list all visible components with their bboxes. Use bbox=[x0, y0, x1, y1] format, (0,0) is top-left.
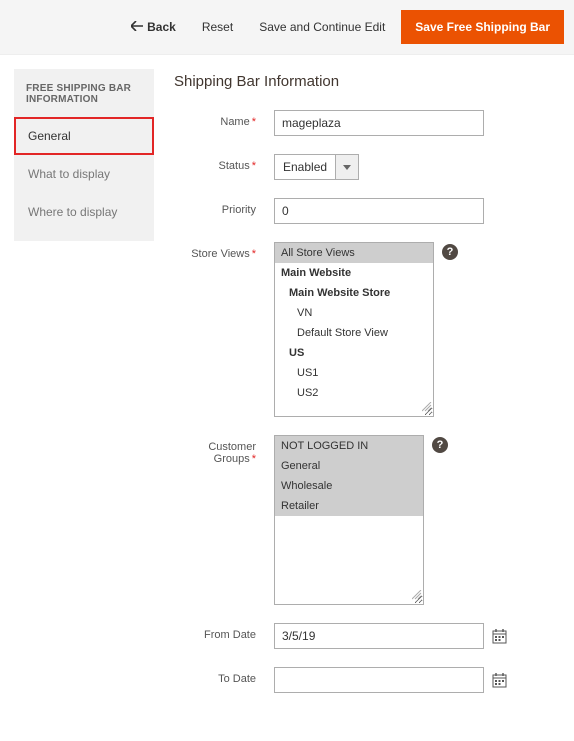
field-from-date: From Date bbox=[174, 623, 560, 649]
calendar-icon[interactable] bbox=[492, 673, 507, 688]
section-title: Shipping Bar Information bbox=[174, 73, 560, 90]
back-label: Back bbox=[147, 20, 176, 34]
resize-handle-icon[interactable] bbox=[422, 402, 432, 415]
sidebar-item-what-to-display[interactable]: What to display bbox=[14, 155, 154, 193]
customer-group-option-general[interactable]: General bbox=[275, 456, 423, 476]
store-view-option-us1[interactable]: US1 bbox=[275, 363, 433, 383]
customer-groups-multiselect[interactable]: NOT LOGGED IN General Wholesale Retailer bbox=[274, 435, 424, 605]
customer-group-option-not-logged-in[interactable]: NOT LOGGED IN bbox=[275, 436, 423, 456]
customer-group-option-wholesale[interactable]: Wholesale bbox=[275, 476, 423, 496]
from-date-input[interactable] bbox=[274, 623, 484, 649]
required-asterisk: * bbox=[252, 160, 256, 172]
calendar-icon[interactable] bbox=[492, 629, 507, 644]
status-label: Status* bbox=[174, 154, 274, 172]
sidebar-title: FREE SHIPPING BAR INFORMATION bbox=[14, 69, 154, 117]
customer-groups-label: Customer Groups* bbox=[174, 435, 274, 465]
field-name: Name* bbox=[174, 110, 560, 136]
priority-label: Priority bbox=[174, 198, 274, 216]
main-panel: Shipping Bar Information Name* Status* E… bbox=[174, 69, 560, 711]
field-priority: Priority bbox=[174, 198, 560, 224]
store-views-multiselect[interactable]: All Store Views Main Website Main Websit… bbox=[274, 242, 434, 417]
to-date-label: To Date bbox=[174, 667, 274, 685]
back-button[interactable]: Back bbox=[121, 12, 186, 42]
sidebar-item-general[interactable]: General bbox=[14, 117, 154, 155]
store-view-option-main-website-store[interactable]: Main Website Store bbox=[275, 283, 433, 303]
store-view-option-all[interactable]: All Store Views bbox=[275, 243, 433, 263]
required-asterisk: * bbox=[252, 453, 256, 465]
sidebar: FREE SHIPPING BAR INFORMATION General Wh… bbox=[14, 69, 154, 241]
status-select-value: Enabled bbox=[275, 155, 336, 179]
reset-button[interactable]: Reset bbox=[192, 12, 243, 42]
save-continue-button[interactable]: Save and Continue Edit bbox=[249, 12, 395, 42]
store-views-label: Store Views* bbox=[174, 242, 274, 260]
store-view-option-main-website[interactable]: Main Website bbox=[275, 263, 433, 283]
chevron-down-icon bbox=[336, 155, 358, 179]
store-view-option-default[interactable]: Default Store View bbox=[275, 323, 433, 343]
store-view-option-us2[interactable]: US2 bbox=[275, 383, 433, 403]
help-icon[interactable]: ? bbox=[432, 437, 448, 453]
required-asterisk: * bbox=[252, 116, 256, 128]
required-asterisk: * bbox=[252, 248, 256, 260]
status-select[interactable]: Enabled bbox=[274, 154, 359, 180]
to-date-input[interactable] bbox=[274, 667, 484, 693]
resize-handle-icon[interactable] bbox=[412, 590, 422, 603]
store-view-option-vn[interactable]: VN bbox=[275, 303, 433, 323]
from-date-label: From Date bbox=[174, 623, 274, 641]
field-status: Status* Enabled bbox=[174, 154, 560, 180]
field-store-views: Store Views* All Store Views Main Websit… bbox=[174, 242, 560, 417]
field-to-date: To Date bbox=[174, 667, 560, 693]
sidebar-item-where-to-display[interactable]: Where to display bbox=[14, 193, 154, 231]
priority-input[interactable] bbox=[274, 198, 484, 224]
content-container: FREE SHIPPING BAR INFORMATION General Wh… bbox=[0, 55, 574, 741]
help-icon[interactable]: ? bbox=[442, 244, 458, 260]
name-input[interactable] bbox=[274, 110, 484, 136]
arrow-left-icon bbox=[131, 20, 143, 34]
top-action-bar: Back Reset Save and Continue Edit Save F… bbox=[0, 0, 574, 55]
save-button[interactable]: Save Free Shipping Bar bbox=[401, 10, 564, 44]
name-label: Name* bbox=[174, 110, 274, 128]
store-view-option-us[interactable]: US bbox=[275, 343, 433, 363]
customer-group-option-retailer[interactable]: Retailer bbox=[275, 496, 423, 516]
field-customer-groups: Customer Groups* NOT LOGGED IN General W… bbox=[174, 435, 560, 605]
